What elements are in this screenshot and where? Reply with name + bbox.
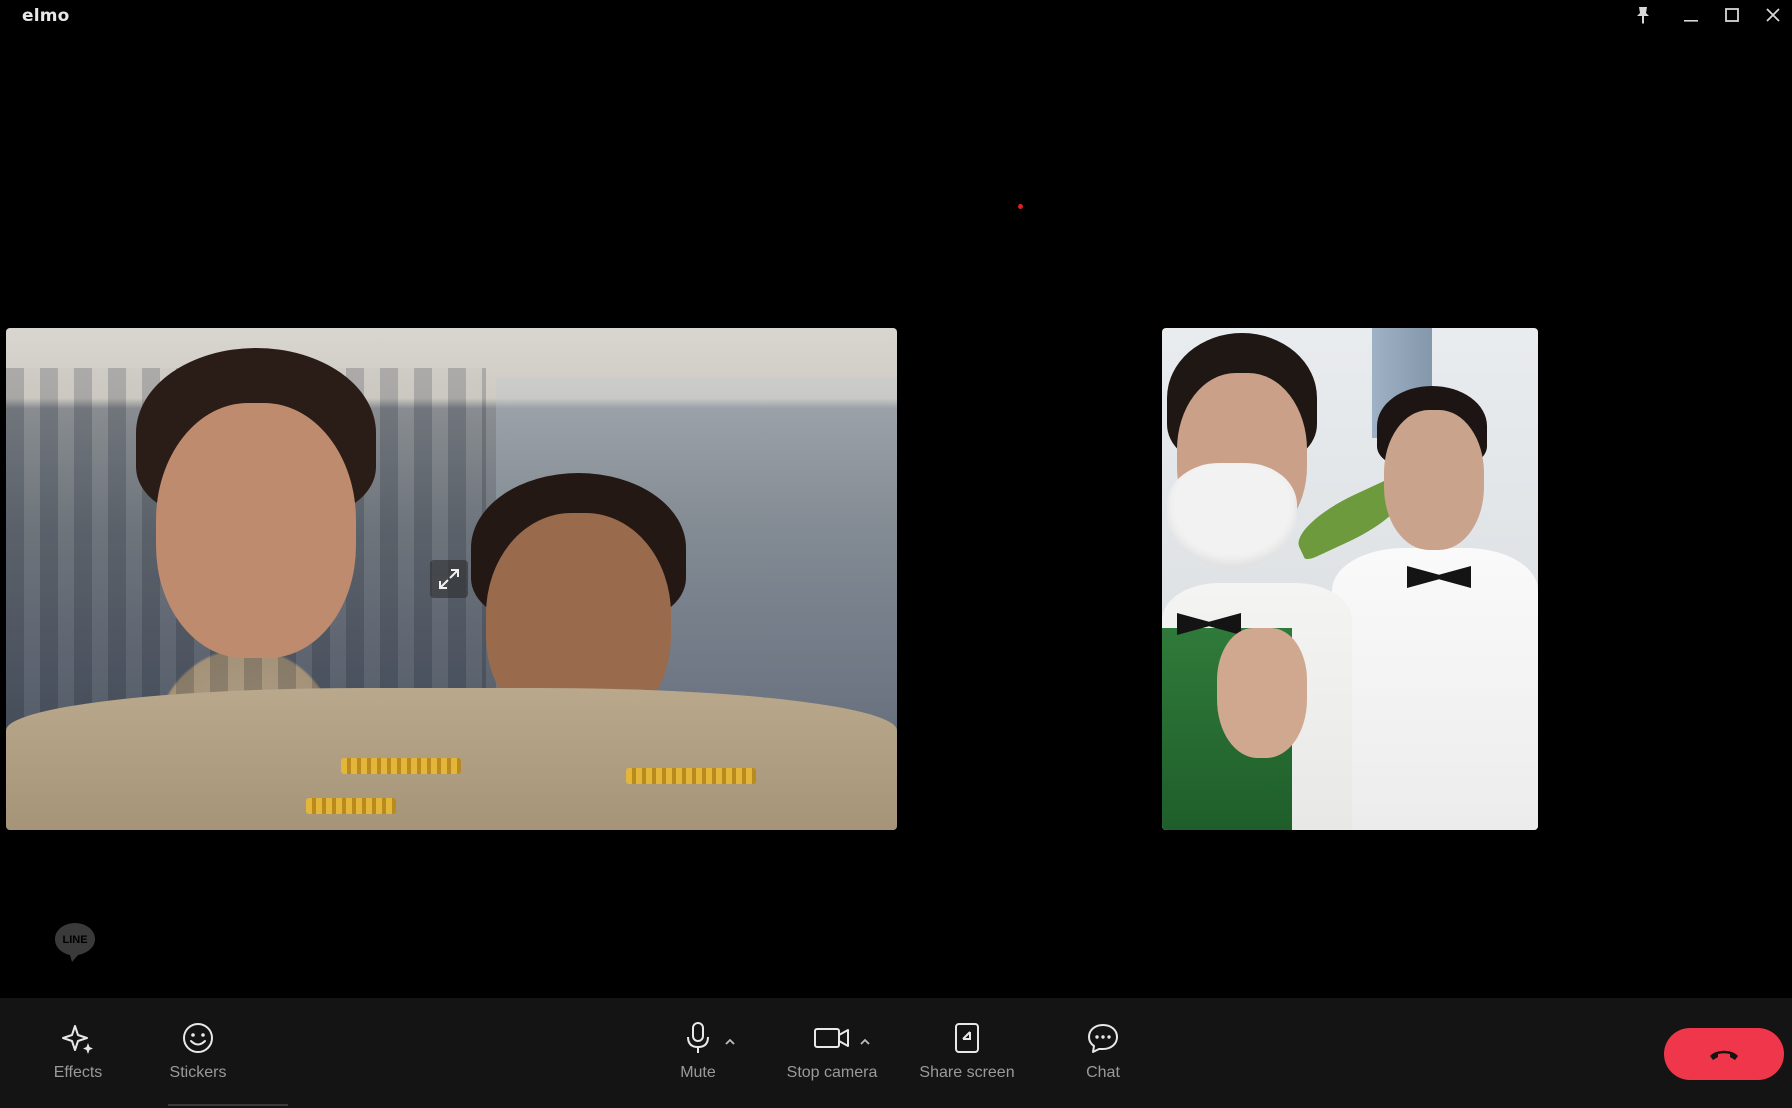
stickers-label: Stickers bbox=[169, 1064, 227, 1081]
maximize-icon bbox=[1725, 8, 1739, 22]
expand-video-button[interactable] bbox=[430, 560, 468, 598]
camera-options-chevron-icon[interactable] bbox=[857, 1034, 873, 1050]
pin-icon bbox=[1637, 7, 1649, 24]
share-screen-button[interactable]: Share screen bbox=[919, 1018, 1015, 1094]
smiley-icon bbox=[183, 1023, 213, 1053]
mute-label: Mute bbox=[680, 1064, 716, 1081]
svg-text:LINE: LINE bbox=[62, 934, 87, 946]
phone-hangup-icon bbox=[1710, 1050, 1738, 1060]
chat-label: Chat bbox=[1086, 1064, 1120, 1081]
sparkle-icon bbox=[62, 1025, 93, 1054]
stop-camera-button[interactable]: Stop camera bbox=[786, 1018, 878, 1094]
camera-icon bbox=[814, 1028, 849, 1048]
video-content bbox=[1167, 463, 1297, 568]
close-icon bbox=[1766, 8, 1780, 22]
effects-label: Effects bbox=[53, 1064, 103, 1081]
participant-video-1[interactable] bbox=[6, 328, 897, 830]
recording-indicator bbox=[1018, 204, 1023, 209]
divider bbox=[168, 1104, 288, 1106]
mute-button[interactable]: Mute bbox=[678, 1018, 718, 1094]
video-stage: LINE bbox=[0, 32, 1792, 998]
pin-button[interactable] bbox=[1625, 2, 1661, 28]
title-bar: elmo bbox=[0, 0, 1792, 32]
video-content bbox=[1384, 410, 1484, 550]
expand-icon bbox=[439, 569, 459, 589]
video-content bbox=[1217, 628, 1307, 758]
stickers-button[interactable]: Stickers bbox=[165, 1018, 231, 1094]
video-content bbox=[341, 758, 461, 774]
end-call-button[interactable] bbox=[1664, 1028, 1784, 1080]
chat-bubble-icon bbox=[1088, 1024, 1118, 1053]
minimize-icon bbox=[1684, 20, 1698, 22]
call-toolbar: Effects Stickers Mute Stop camera Share … bbox=[0, 998, 1792, 1108]
video-content bbox=[306, 798, 396, 814]
share-screen-label: Share screen bbox=[919, 1064, 1015, 1081]
minimize-button[interactable] bbox=[1673, 2, 1709, 28]
close-button[interactable] bbox=[1755, 2, 1791, 28]
maximize-button[interactable] bbox=[1714, 2, 1750, 28]
mic-options-chevron-icon[interactable] bbox=[722, 1034, 738, 1050]
call-window: elmo LINE Effects Stickers Mute Stop cam… bbox=[0, 0, 1792, 1108]
stop-camera-label: Stop camera bbox=[786, 1064, 878, 1081]
microphone-icon bbox=[687, 1022, 709, 1053]
video-content bbox=[626, 768, 756, 784]
participant-video-2[interactable] bbox=[1162, 328, 1538, 830]
video-content bbox=[1332, 548, 1538, 830]
chat-button[interactable]: Chat bbox=[1083, 1018, 1123, 1094]
video-content bbox=[156, 403, 356, 658]
share-screen-icon bbox=[955, 1023, 979, 1053]
line-logo-icon: LINE bbox=[55, 923, 95, 962]
effects-button[interactable]: Effects bbox=[48, 1018, 108, 1094]
app-title: elmo bbox=[22, 6, 70, 26]
